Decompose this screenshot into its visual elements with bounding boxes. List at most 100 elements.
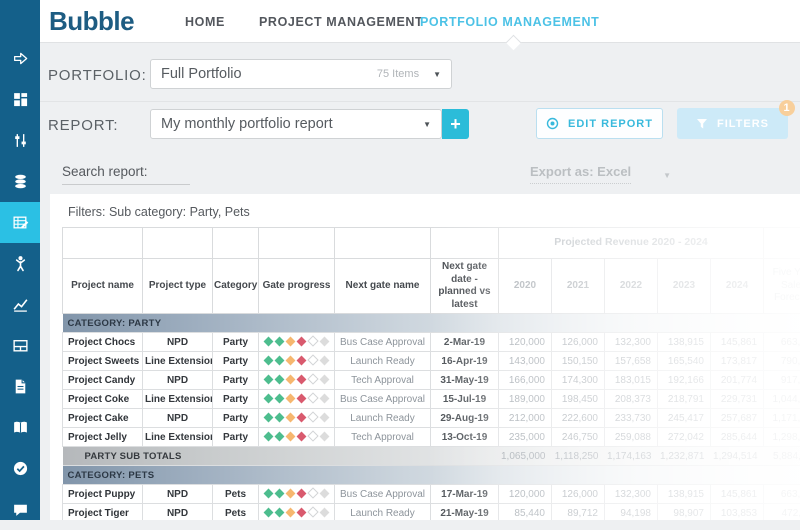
- filters-summary: Filters: Sub category: Party, Pets: [68, 205, 250, 219]
- section-divider: [40, 101, 800, 102]
- cell-gate-progress: [259, 333, 335, 352]
- cell-revenue-five-year: 1,171,434: [764, 409, 800, 428]
- edit-report-label: EDIT REPORT: [568, 118, 653, 130]
- cell-revenue-2024: 201,774: [711, 371, 764, 390]
- column-header-11: 2024: [711, 259, 764, 314]
- cell-revenue-2022: 233,730: [605, 409, 658, 428]
- sidebar-item-line-chart[interactable]: [0, 284, 40, 325]
- gate-diamond-empty: [307, 354, 318, 365]
- table-row[interactable]: Project CandyNPDPartyTech Approval31-May…: [63, 371, 800, 390]
- gate-diamond-gray: [320, 431, 330, 441]
- table-row[interactable]: Project SweetsLine ExtensionPartyLaunch …: [63, 352, 800, 371]
- gate-diamond-red: [297, 336, 307, 346]
- chevron-down-icon: ▼: [433, 70, 441, 79]
- cell-project-name: Project Jelly: [63, 428, 143, 447]
- gate-diamond-gray: [320, 374, 330, 384]
- subtotal-value-2023: 1,232,871: [658, 447, 711, 466]
- gate-diamond-green: [275, 507, 285, 517]
- sidebar-item-check-circle[interactable]: [0, 448, 40, 489]
- table-row[interactable]: Project JellyLine ExtensionPartyTech App…: [63, 428, 800, 447]
- header-spacer-cell: [213, 228, 259, 259]
- cell-revenue-five-year: 663,076: [764, 333, 800, 352]
- cell-revenue-2024: 229,731: [711, 390, 764, 409]
- cell-revenue-2024: 285,644: [711, 428, 764, 447]
- cell-gate-progress: [259, 371, 335, 390]
- gate-diamond-gray: [320, 336, 330, 346]
- portfolio-items-count: 75 Items: [377, 68, 419, 80]
- cell-revenue-2022: 208,373: [605, 390, 658, 409]
- filters-button[interactable]: FILTERS 1: [677, 108, 788, 139]
- app-sidebar: [0, 0, 40, 520]
- nav-tab-project-management[interactable]: PROJECT MANAGEMENT: [259, 15, 423, 29]
- sidebar-item-gates-stack[interactable]: [0, 161, 40, 202]
- table-row[interactable]: Project PuppyNPDPetsBus Case Approval17-…: [63, 485, 800, 504]
- subtotal-value-2024: 1,294,514: [711, 447, 764, 466]
- dashboard-icon: [12, 91, 29, 108]
- main-content: PORTFOLIO: Full Portfolio 75 Items ▼ REP…: [40, 43, 800, 520]
- sidebar-item-chat[interactable]: [0, 489, 40, 530]
- gate-diamond-green: [275, 412, 285, 422]
- sidebar-item-dashboard[interactable]: [0, 79, 40, 120]
- sidebar-item-arrow-right[interactable]: [0, 38, 40, 79]
- cell-project-type: Line Extension: [143, 352, 213, 371]
- cell-revenue-2020: 143,000: [499, 352, 552, 371]
- line-chart-icon: [12, 296, 29, 313]
- gate-diamond-orange: [286, 374, 296, 384]
- column-header-4: Gate progress: [259, 259, 335, 314]
- funnel-icon: [696, 118, 708, 130]
- top-header: Bubble HOME PROJECT MANAGEMENT PORTFOLIO…: [40, 0, 800, 43]
- report-label: REPORT:: [48, 117, 118, 134]
- sidebar-item-book[interactable]: [0, 407, 40, 448]
- target-dot-icon: [546, 117, 559, 130]
- chevron-down-icon: ▼: [423, 120, 431, 129]
- table-row[interactable]: Project ChocsNPDPartyBus Case Approval2-…: [63, 333, 800, 352]
- cell-revenue-2020: 85,440: [499, 504, 552, 521]
- sidebar-item-layout[interactable]: [0, 325, 40, 366]
- cell-revenue-2022: 132,300: [605, 333, 658, 352]
- nav-tab-portfolio-management[interactable]: PORTFOLIO MANAGEMENT: [420, 15, 599, 29]
- portfolio-dropdown[interactable]: Full Portfolio 75 Items ▼: [150, 59, 452, 89]
- nav-tab-home[interactable]: HOME: [185, 15, 225, 29]
- subtotal-label: PARTY SUB TOTALS: [63, 447, 499, 466]
- table-header-group-row: Projected Revenue 2020 - 2024: [63, 228, 800, 259]
- table-row[interactable]: Project CokeLine ExtensionPartyBus Case …: [63, 390, 800, 409]
- sidebar-item-sliders[interactable]: [0, 120, 40, 161]
- sidebar-item-champion[interactable]: [0, 243, 40, 284]
- chat-icon: [12, 501, 29, 518]
- gate-diamond-orange: [286, 431, 296, 441]
- gate-diamond-red: [297, 374, 307, 384]
- cell-project-name: Project Tiger: [63, 504, 143, 521]
- cell-revenue-2021: 246,750: [552, 428, 605, 447]
- cell-revenue-2024: 145,861: [711, 485, 764, 504]
- cell-revenue-five-year: 917,255: [764, 371, 800, 390]
- export-dropdown[interactable]: Export as: Excel ▼: [530, 164, 671, 184]
- portfolio-label: PORTFOLIO:: [48, 67, 147, 84]
- sidebar-item-report-grid[interactable]: [0, 202, 40, 243]
- table-row[interactable]: Project TigerNPDPetsLaunch Ready21-May-1…: [63, 504, 800, 521]
- search-report-input[interactable]: Search report:: [62, 164, 190, 185]
- gate-diamond-green: [264, 507, 274, 517]
- cell-revenue-2022: 132,300: [605, 485, 658, 504]
- table-row[interactable]: Project CakeNPDPartyLaunch Ready29-Aug-1…: [63, 409, 800, 428]
- cell-revenue-2024: 173,817: [711, 352, 764, 371]
- cell-revenue-2021: 89,712: [552, 504, 605, 521]
- cell-revenue-2024: 145,861: [711, 333, 764, 352]
- sidebar-item-document[interactable]: [0, 366, 40, 407]
- cell-revenue-2020: 189,000: [499, 390, 552, 409]
- cell-next-gate-name: Bus Case Approval: [335, 390, 431, 409]
- category-row[interactable]: CATEGORY: PARTY: [63, 314, 800, 333]
- add-report-button[interactable]: +: [442, 109, 469, 139]
- cell-next-gate-date: 21-May-19: [431, 504, 499, 521]
- cell-project-type: NPD: [143, 485, 213, 504]
- edit-report-button[interactable]: EDIT REPORT: [536, 108, 663, 139]
- cell-revenue-2023: 165,540: [658, 352, 711, 371]
- book-icon: [12, 419, 29, 436]
- column-header-3: Category: [213, 259, 259, 314]
- category-row[interactable]: CATEGORY: PETS: [63, 466, 800, 485]
- report-dropdown[interactable]: My monthly portfolio report ▼: [150, 109, 442, 139]
- cell-revenue-2022: 259,088: [605, 428, 658, 447]
- cell-project-type: NPD: [143, 409, 213, 428]
- gate-diamond-orange: [286, 355, 296, 365]
- column-header-1: Project name: [63, 259, 143, 314]
- cell-gate-progress: [259, 390, 335, 409]
